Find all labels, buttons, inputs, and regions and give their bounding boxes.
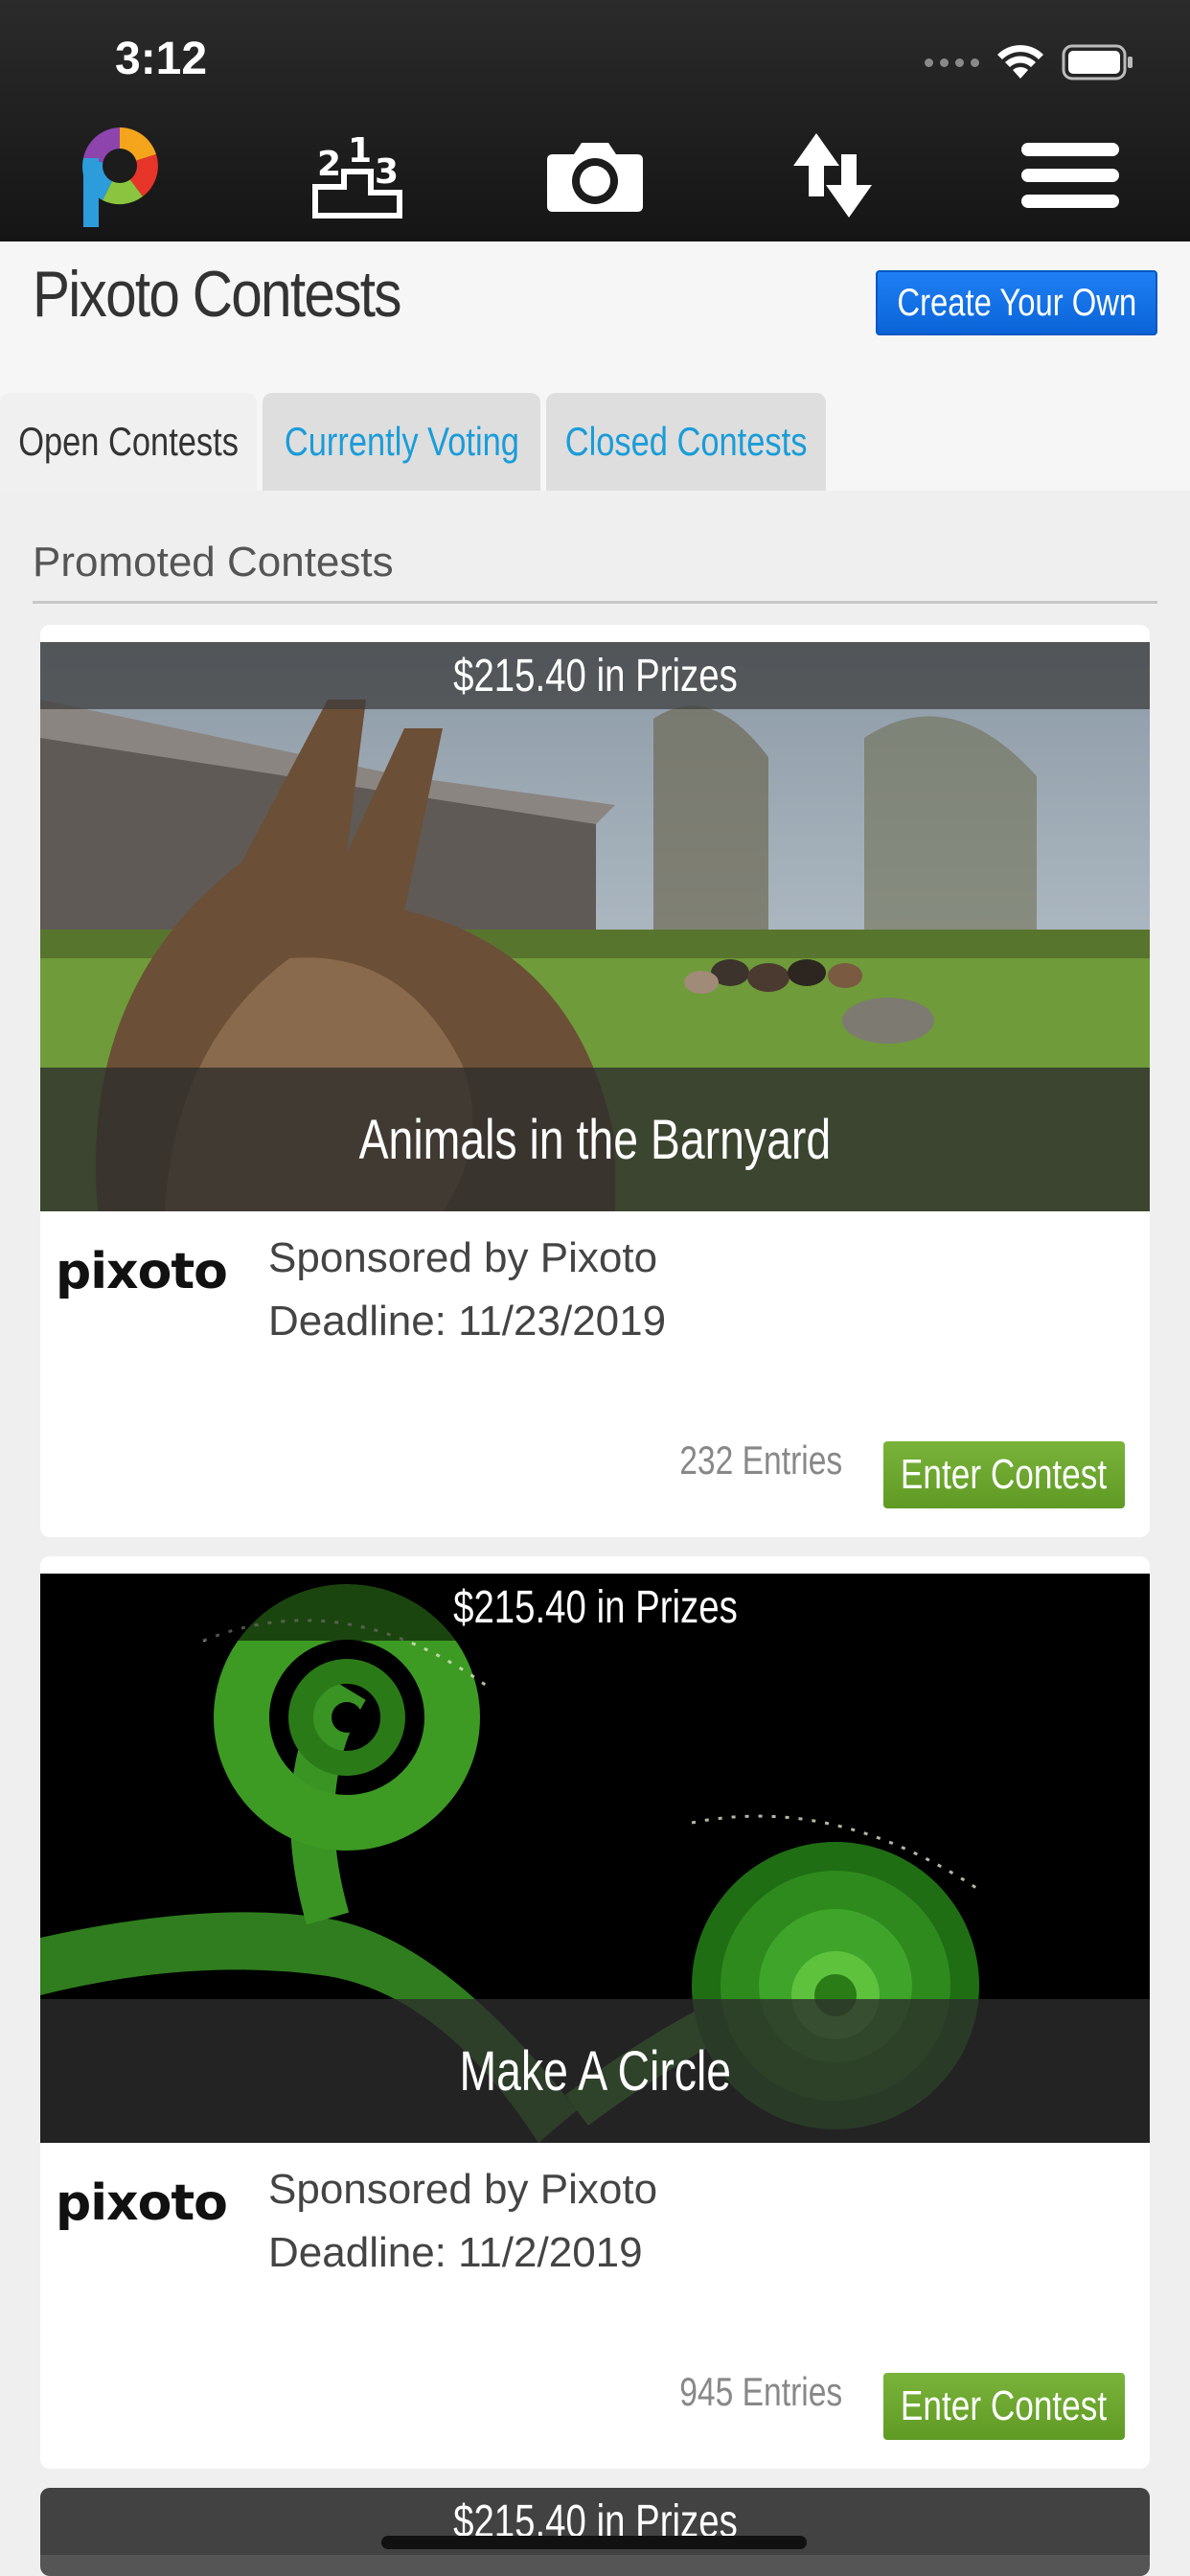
contest-title: Animals in the Barnyard <box>358 1108 832 1171</box>
top-bar: 3:12 2 1 3 <box>0 0 1190 242</box>
status-time: 3:12 <box>115 34 208 84</box>
prize-text: $215.40 in Prizes <box>452 650 738 702</box>
page-title: Pixoto Contests <box>33 258 401 331</box>
home-indicator[interactable] <box>381 2536 807 2549</box>
svg-text:3: 3 <box>375 152 399 192</box>
svg-text:1: 1 <box>348 131 372 171</box>
enter-contest-button[interactable]: Enter Contest <box>883 1441 1125 1508</box>
pixoto-logo-icon[interactable] <box>67 113 172 238</box>
contest-card[interactable]: $215.40 in Prizes Make A Circle pixoto S… <box>40 1556 1150 2469</box>
contest-tabs: Open Contests Currently Voting Closed Co… <box>0 393 1190 491</box>
enter-contest-label: Enter Contest <box>901 2382 1108 2429</box>
prize-text: $215.40 in Prizes <box>452 1581 738 1633</box>
contest-image[interactable]: $215.40 in Prizes Animals in the Barnyar… <box>40 642 1150 1211</box>
section-heading: Promoted Contests <box>33 539 394 586</box>
battery-icon <box>1062 44 1134 80</box>
sponsor-name: Sponsored by Pixoto <box>268 2166 658 2213</box>
contest-title-banner: Make A Circle <box>40 1999 1150 2143</box>
create-your-own-button[interactable]: Create Your Own <box>876 270 1157 335</box>
contest-title: Make A Circle <box>459 2039 731 2103</box>
tab-closed-contests[interactable]: Closed Contests <box>546 393 826 491</box>
contest-card[interactable]: $215.40 in Prizes Animals in the Barnyar… <box>40 625 1150 1537</box>
tab-label: Open Contests <box>18 419 239 464</box>
nav-row: 2 1 3 <box>0 113 1190 238</box>
entries-count: 232 Entries <box>659 1438 862 1484</box>
sponsor-info: Sponsored by Pixoto Deadline: 11/2/2019 <box>268 2158 657 2285</box>
cellular-signal-icon <box>925 58 979 67</box>
main-content: Pixoto Contests Create Your Own Open Con… <box>0 242 1190 2576</box>
enter-contest-label: Enter Contest <box>901 1451 1108 1498</box>
divider <box>33 601 1157 604</box>
prize-banner: $215.40 in Prizes <box>40 1574 1150 1641</box>
status-indicators <box>925 42 1134 82</box>
sort-icon[interactable] <box>780 113 885 238</box>
entries-text: 945 Entries <box>678 2369 842 2414</box>
contest-title-banner: Animals in the Barnyard <box>40 1068 1150 1211</box>
contest-card[interactable]: $215.40 in Prizes <box>40 2488 1150 2576</box>
tab-open-contests[interactable]: Open Contests <box>0 393 257 491</box>
tab-currently-voting[interactable]: Currently Voting <box>263 393 540 491</box>
entries-count: 945 Entries <box>659 2369 862 2415</box>
contest-image[interactable]: $215.40 in Prizes Make A Circle <box>40 1574 1150 2143</box>
sponsor-logo: pixoto <box>56 1243 228 1300</box>
camera-icon[interactable] <box>542 113 648 238</box>
sponsor-info: Sponsored by Pixoto Deadline: 11/23/2019 <box>268 1227 666 1353</box>
entries-text: 232 Entries <box>678 1438 842 1483</box>
leaderboard-icon[interactable]: 2 1 3 <box>305 113 410 238</box>
deadline: Deadline: 11/2/2019 <box>268 2229 643 2276</box>
deadline: Deadline: 11/23/2019 <box>268 1298 667 1345</box>
tab-label: Currently Voting <box>284 419 519 464</box>
sponsor-name: Sponsored by Pixoto <box>268 1234 658 1281</box>
create-your-own-label: Create Your Own <box>897 281 1136 324</box>
menu-icon[interactable] <box>1018 113 1123 238</box>
wifi-icon <box>996 44 1044 80</box>
svg-text:2: 2 <box>317 145 341 184</box>
contest-image[interactable]: $215.40 in Prizes <box>40 2488 1150 2576</box>
enter-contest-button[interactable]: Enter Contest <box>883 2373 1125 2440</box>
sponsor-logo: pixoto <box>56 2174 228 2232</box>
tab-label: Closed Contests <box>564 419 808 464</box>
prize-banner: $215.40 in Prizes <box>40 642 1150 709</box>
title-area: Pixoto Contests Create Your Own Open Con… <box>0 242 1190 491</box>
